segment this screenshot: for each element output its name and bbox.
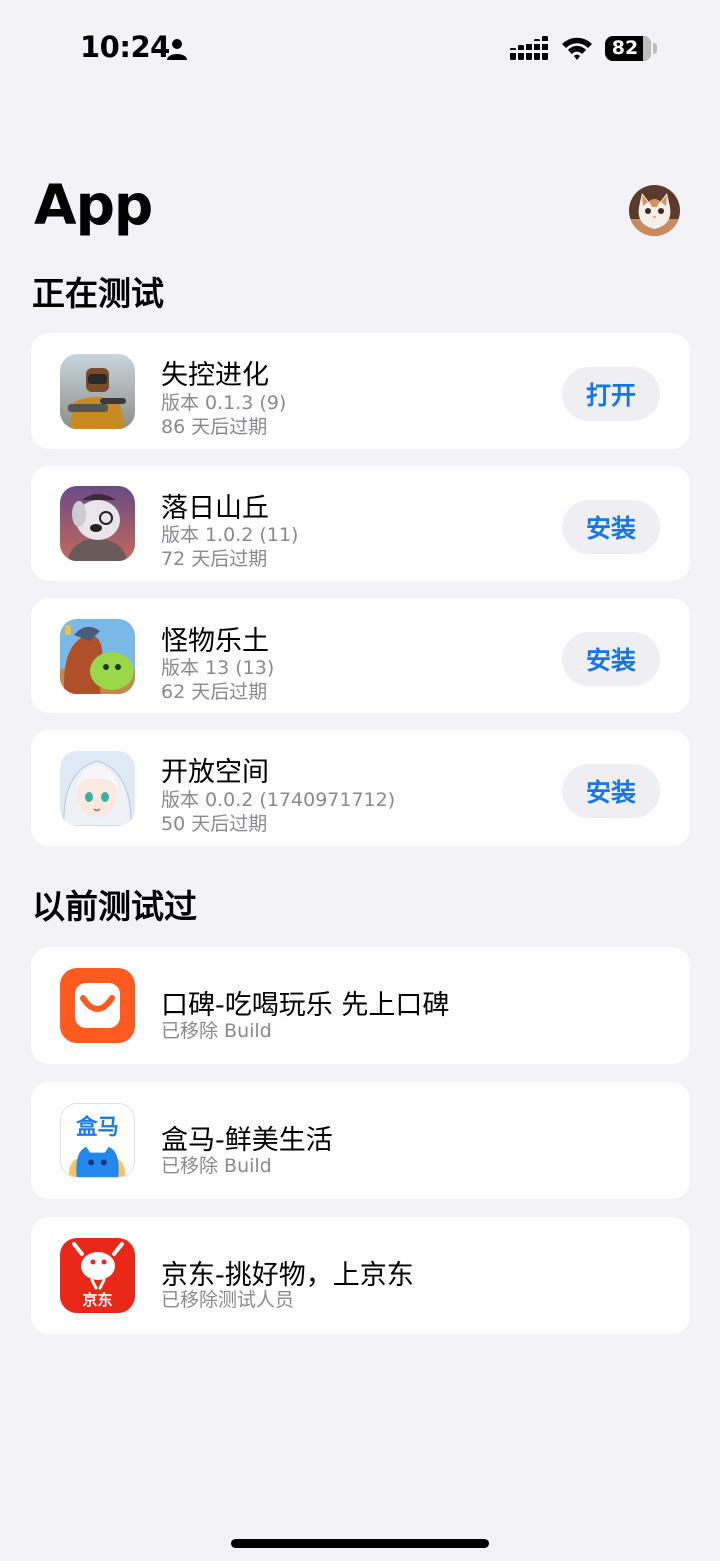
app-status: 已移除 Build (161, 1155, 272, 1177)
dog-character-icon (60, 486, 135, 561)
app-version: 版本 0.0.2 (1740971712) (161, 789, 396, 811)
battery-percentage: 82 (611, 37, 639, 59)
section-title-testing: 正在测试 (32, 274, 164, 313)
app-version: 版本 13 (13) (161, 657, 275, 679)
section-title-previous: 以前测试过 (32, 887, 197, 926)
install-button[interactable]: 安装 (562, 500, 660, 554)
install-button[interactable]: 安装 (562, 764, 660, 818)
person-icon (167, 39, 187, 60)
monster-game-icon (60, 619, 135, 694)
app-card-4[interactable]: 开放空间 版本 0.0.2 (1740971712) 50 天后过期 安装 (31, 730, 690, 846)
survival-game-icon (60, 354, 135, 429)
app-status: 已移除 Build (161, 1020, 272, 1042)
status-time: 10:24 (80, 30, 170, 64)
app-version: 版本 1.0.2 (11) (161, 524, 299, 546)
wifi-icon (562, 37, 592, 60)
cellular-signal-icon (510, 36, 548, 60)
status-bar: 10:24 82 (0, 0, 720, 100)
battery-indicator: 82 (605, 36, 651, 61)
open-button[interactable]: 打开 (562, 367, 660, 421)
app-expiry: 50 天后过期 (161, 813, 268, 835)
svg-text:盒马: 盒马 (75, 1114, 119, 1140)
battery-cap (653, 43, 657, 54)
koubei-icon (60, 968, 135, 1043)
home-indicator[interactable] (231, 1539, 489, 1548)
app-expiry: 86 天后过期 (161, 416, 268, 438)
app-expiry: 72 天后过期 (161, 548, 268, 570)
app-card-2[interactable]: 落日山丘 版本 1.0.2 (11) 72 天后过期 安装 (31, 466, 690, 581)
jd-icon: 京东 (60, 1238, 135, 1313)
anime-girl-icon (60, 751, 135, 826)
previous-app-card-1[interactable]: 口碑-吃喝玩乐 先上口碑 已移除 Build (31, 947, 690, 1064)
hema-icon: 盒马 (60, 1103, 135, 1178)
app-card-3[interactable]: 怪物乐土 版本 13 (13) 62 天后过期 安装 (31, 598, 690, 713)
app-card-1[interactable]: 失控进化 版本 0.1.3 (9) 86 天后过期 打开 (31, 333, 690, 449)
page-title: App (34, 173, 153, 237)
app-expiry: 62 天后过期 (161, 681, 268, 703)
app-version: 版本 0.1.3 (9) (161, 392, 287, 414)
app-name: 开放空间 (161, 757, 269, 788)
previous-app-card-3[interactable]: 京东 京东-挑好物，上京东 已移除测试人员 (31, 1217, 690, 1334)
app-status: 已移除测试人员 (161, 1289, 295, 1311)
avatar[interactable] (629, 185, 680, 236)
install-button[interactable]: 安装 (562, 632, 660, 686)
previous-app-card-2[interactable]: 盒马 盒马-鲜美生活 已移除 Build (31, 1082, 690, 1199)
app-name: 失控进化 (161, 360, 269, 391)
cat-avatar-icon (629, 185, 680, 236)
svg-text:京东: 京东 (82, 1291, 112, 1309)
